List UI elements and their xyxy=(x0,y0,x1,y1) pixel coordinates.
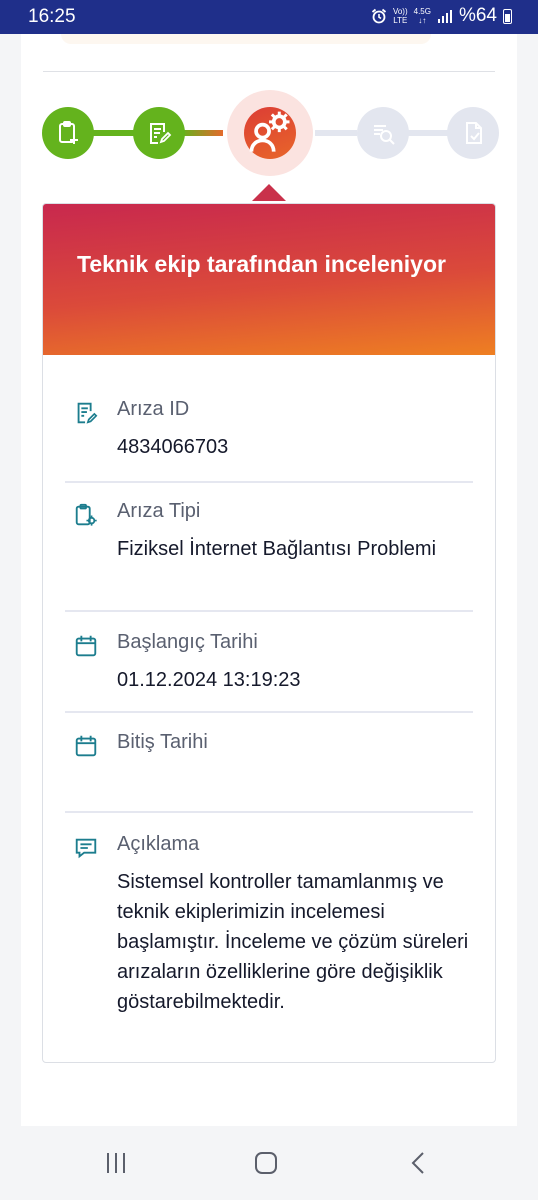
field-label: Bitiş Tarihi xyxy=(117,731,208,753)
previous-card-edge xyxy=(61,34,431,44)
step-technical-review xyxy=(244,107,296,159)
clipboard-add-icon xyxy=(59,121,78,144)
volte-indicator: Vo)) LTE xyxy=(392,7,408,25)
back-button[interactable] xyxy=(398,1148,438,1178)
calendar-icon xyxy=(75,735,97,757)
status-bar: 16:25 Vo)) LTE 4.5G ↓↑ %64 xyxy=(0,0,538,34)
step-created xyxy=(42,107,94,159)
top-divider xyxy=(43,71,495,72)
field-label: Arıza ID xyxy=(117,398,190,420)
document-edit-icon xyxy=(77,402,98,424)
divider xyxy=(65,711,473,713)
fault-status-card: Teknik ekip tarafından inceleniyor Arıza… xyxy=(42,203,496,1063)
signal-icon xyxy=(437,10,452,23)
recent-apps-button[interactable] xyxy=(96,1148,136,1178)
page-container: Teknik ekip tarafından inceleniyor Arıza… xyxy=(21,34,517,1126)
step-recorded xyxy=(133,107,185,159)
step-current-halo xyxy=(227,90,313,176)
active-step-pointer xyxy=(252,184,286,201)
stepper-connector-4 xyxy=(405,130,449,136)
battery-percentage: %64 xyxy=(458,5,497,26)
list-search-icon xyxy=(374,125,395,145)
field-value: Fiziksel İnternet Bağlantısı Problemi xyxy=(117,538,437,560)
calendar-icon xyxy=(75,635,97,657)
step-inspection xyxy=(357,107,409,159)
divider xyxy=(65,811,473,813)
step-resolved xyxy=(447,107,499,159)
field-description: Açıklama Sistemsel kontroller tamamlanmı… xyxy=(65,833,473,1033)
clipboard-gear-icon xyxy=(75,503,97,526)
home-button[interactable] xyxy=(246,1148,286,1178)
card-header: Teknik ekip tarafından inceleniyor xyxy=(43,204,495,355)
divider xyxy=(65,610,473,612)
field-label: Arıza Tipi xyxy=(117,500,201,522)
stepper-connector-1 xyxy=(87,130,137,136)
field-start-date: Başlangıç Tarihi 01.12.2024 13:19:23 xyxy=(65,631,473,711)
message-icon xyxy=(75,838,97,859)
document-edit-icon xyxy=(150,123,172,144)
status-icons: Vo)) LTE 4.5G ↓↑ %64 xyxy=(371,5,512,27)
field-fault-type: Arıza Tipi Fiziksel İnternet Bağlantısı … xyxy=(65,500,473,600)
field-end-date: Bitiş Tarihi xyxy=(65,731,473,811)
card-title: Teknik ekip tarafından inceleniyor xyxy=(77,251,446,277)
status-time: 16:25 xyxy=(28,6,76,27)
stepper-connector-2 xyxy=(181,130,223,136)
divider xyxy=(65,481,473,483)
field-value: 4834066703 xyxy=(117,436,229,458)
field-label: Açıklama xyxy=(117,833,200,855)
back-icon xyxy=(411,1152,424,1174)
battery-icon xyxy=(503,8,512,24)
stepper-connector-3 xyxy=(315,130,357,136)
progress-stepper xyxy=(21,90,517,210)
home-icon xyxy=(255,1152,277,1174)
document-check-icon xyxy=(466,122,482,144)
system-navigation-bar xyxy=(0,1126,538,1200)
recent-apps-icon xyxy=(107,1153,125,1173)
field-value: 01.12.2024 13:19:23 xyxy=(117,669,301,691)
network-indicator: 4.5G ↓↑ xyxy=(413,7,431,25)
alarm-icon xyxy=(371,8,387,24)
field-fault-id: Arıza ID 4834066703 xyxy=(65,398,473,478)
person-gear-icon xyxy=(249,111,290,152)
field-label: Başlangıç Tarihi xyxy=(117,631,258,653)
field-value: Sistemsel kontroller tamamlanmış ve tekn… xyxy=(117,871,469,1013)
